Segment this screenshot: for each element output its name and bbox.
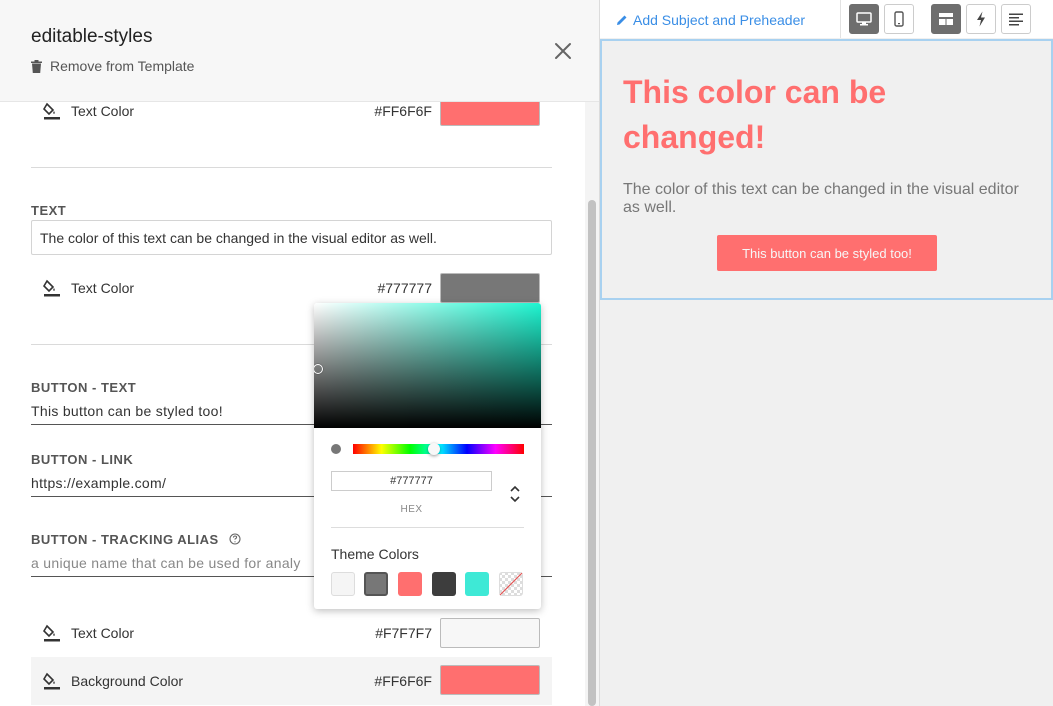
color-mode-label: HEX [400, 504, 423, 515]
remove-from-template-button[interactable]: Remove from Template [31, 58, 194, 74]
email-heading[interactable]: This color can be changed! [623, 70, 1023, 160]
panel-title: editable-styles [31, 26, 153, 47]
saturation-area[interactable] [314, 303, 541, 428]
pencil-icon [617, 15, 627, 25]
fill-color-icon [43, 279, 60, 297]
layout-view-button[interactable] [931, 4, 961, 34]
align-left-icon [1009, 13, 1023, 26]
button-background-color-hex: #FF6F6F [374, 673, 432, 689]
text-content-input[interactable]: The color of this text can be changed in… [31, 220, 552, 255]
text-align-button[interactable] [1001, 4, 1031, 34]
button-text-color-swatch[interactable] [440, 618, 540, 648]
toolbar-separator [840, 0, 841, 38]
button-tracking-alias-text: BUTTON - TRACKING ALIAS [31, 532, 219, 547]
button-text-color-hex: #F7F7F7 [375, 625, 432, 641]
hue-slider-handle[interactable] [428, 443, 440, 455]
button-tracking-alias-label: BUTTON - TRACKING ALIAS [31, 532, 241, 547]
section-divider [31, 167, 552, 168]
add-subject-preheader-link[interactable]: Add Subject and Preheader [616, 12, 805, 28]
text-color-swatch[interactable] [440, 273, 540, 303]
text-color-label: Text Color [71, 280, 135, 296]
scrollbar-thumb[interactable] [588, 200, 596, 706]
button-text-color-label: Text Color [71, 625, 135, 641]
theme-swatch-light-gray[interactable] [331, 572, 355, 596]
theme-swatch-transparent[interactable] [499, 572, 523, 596]
color-preview-dot [331, 444, 341, 454]
button-link-label: BUTTON - LINK [31, 452, 134, 467]
close-icon[interactable] [553, 41, 573, 61]
text-color-row: Text Color #777777 [31, 269, 552, 307]
button-background-color-swatch[interactable] [440, 665, 540, 695]
email-body-text[interactable]: The color of this text can be changed in… [623, 181, 1023, 217]
button-background-color-label: Background Color [71, 673, 184, 689]
button-text-label: BUTTON - TEXT [31, 380, 137, 395]
theme-swatch-dark-gray[interactable] [432, 572, 456, 596]
button-text-color-row: Text Color #F7F7F7 [31, 614, 552, 652]
mobile-view-button[interactable] [884, 4, 914, 34]
hex-input[interactable]: #777777 [331, 471, 492, 491]
remove-from-template-label: Remove from Template [50, 58, 195, 74]
color-picker-popover: #777777 HEX Theme Colors [314, 303, 541, 609]
add-subject-preheader-label: Add Subject and Preheader [633, 12, 806, 28]
panel-header: editable-styles Remove from Template [0, 0, 599, 102]
desktop-view-button[interactable] [849, 4, 879, 34]
theme-swatch-turquoise[interactable] [465, 572, 489, 596]
mode-toggle-icon[interactable] [508, 483, 522, 505]
email-cta-button[interactable]: This button can be styled too! [717, 235, 937, 271]
picker-divider [331, 527, 524, 528]
heading-text-color-label: Text Color [71, 103, 135, 119]
lightning-icon [977, 11, 985, 27]
theme-swatch-gray-selected[interactable] [364, 572, 388, 596]
button-background-color-row: Background Color #FF6F6F [31, 657, 552, 705]
fill-color-icon [43, 624, 60, 642]
text-color-hex: #777777 [377, 280, 432, 296]
theme-colors-title: Theme Colors [331, 546, 419, 562]
layout-icon [939, 13, 953, 25]
fill-color-icon [43, 102, 60, 120]
trash-icon [31, 59, 42, 73]
theme-swatch-coral[interactable] [398, 572, 422, 596]
quick-actions-button[interactable] [966, 4, 996, 34]
mobile-icon [894, 11, 904, 27]
heading-text-color-hex: #FF6F6F [374, 103, 432, 119]
text-section-label: TEXT [31, 203, 67, 218]
fill-color-icon [43, 672, 60, 690]
desktop-icon [856, 12, 872, 26]
help-icon[interactable] [229, 533, 241, 545]
